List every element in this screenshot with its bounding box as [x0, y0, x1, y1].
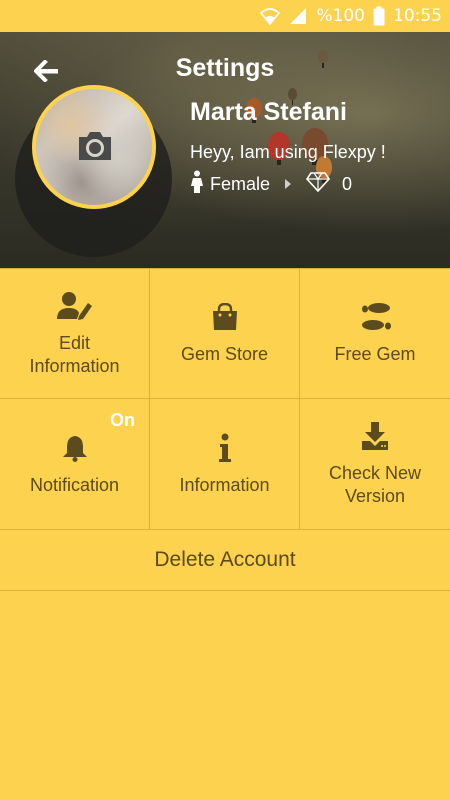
- notification-label: Notification: [29, 474, 120, 495]
- battery-icon: [373, 6, 385, 26]
- bell-icon: [62, 432, 88, 464]
- footprints-icon: [358, 301, 392, 333]
- camera-icon[interactable]: [76, 127, 114, 165]
- signal-icon: [288, 7, 308, 25]
- check-new-version-button[interactable]: Check New Version: [300, 399, 450, 529]
- info-icon: [218, 432, 232, 464]
- free-gem-button[interactable]: Free Gem: [300, 269, 450, 398]
- information-button[interactable]: Information: [150, 399, 300, 529]
- delete-account-button[interactable]: Delete Account: [0, 530, 450, 591]
- edit-information-label: Edit Information: [29, 332, 120, 376]
- wifi-icon: [260, 7, 281, 25]
- gender-label: Female: [210, 173, 271, 194]
- settings-grid: Edit Information Gem Store Free Gem On N…: [0, 268, 450, 530]
- profile-meta: Female 0: [190, 170, 352, 198]
- shopping-bag-icon: [212, 301, 238, 333]
- free-gem-label: Free Gem: [334, 344, 416, 364]
- avatar[interactable]: [32, 85, 156, 209]
- caret-right-icon: [284, 178, 292, 190]
- profile-name: Marta Stefani: [190, 98, 347, 126]
- notification-status-badge: On: [110, 410, 135, 430]
- gem-count: 0: [342, 173, 353, 194]
- edit-user-icon: [56, 290, 93, 322]
- profile-status-message: Heyy, Iam using Flexpy !: [190, 142, 386, 162]
- settings-row: Edit Information Gem Store Free Gem: [0, 268, 450, 399]
- information-label: Information: [179, 474, 270, 495]
- status-bar: %100 10:55: [0, 0, 450, 32]
- download-icon: [361, 420, 389, 452]
- diamond-icon: [306, 171, 331, 197]
- notification-button[interactable]: On Notification: [0, 399, 150, 529]
- female-icon: [190, 170, 204, 199]
- clock: 10:55: [393, 6, 442, 26]
- gem-store-button[interactable]: Gem Store: [150, 269, 300, 398]
- edit-information-button[interactable]: Edit Information: [0, 269, 150, 398]
- gem-store-label: Gem Store: [180, 344, 269, 364]
- check-new-version-label: Check New Version: [328, 463, 422, 506]
- settings-row: On Notification Information Check New Ve…: [0, 399, 450, 530]
- page-title: Settings: [175, 54, 275, 82]
- battery-text: %100: [316, 6, 365, 26]
